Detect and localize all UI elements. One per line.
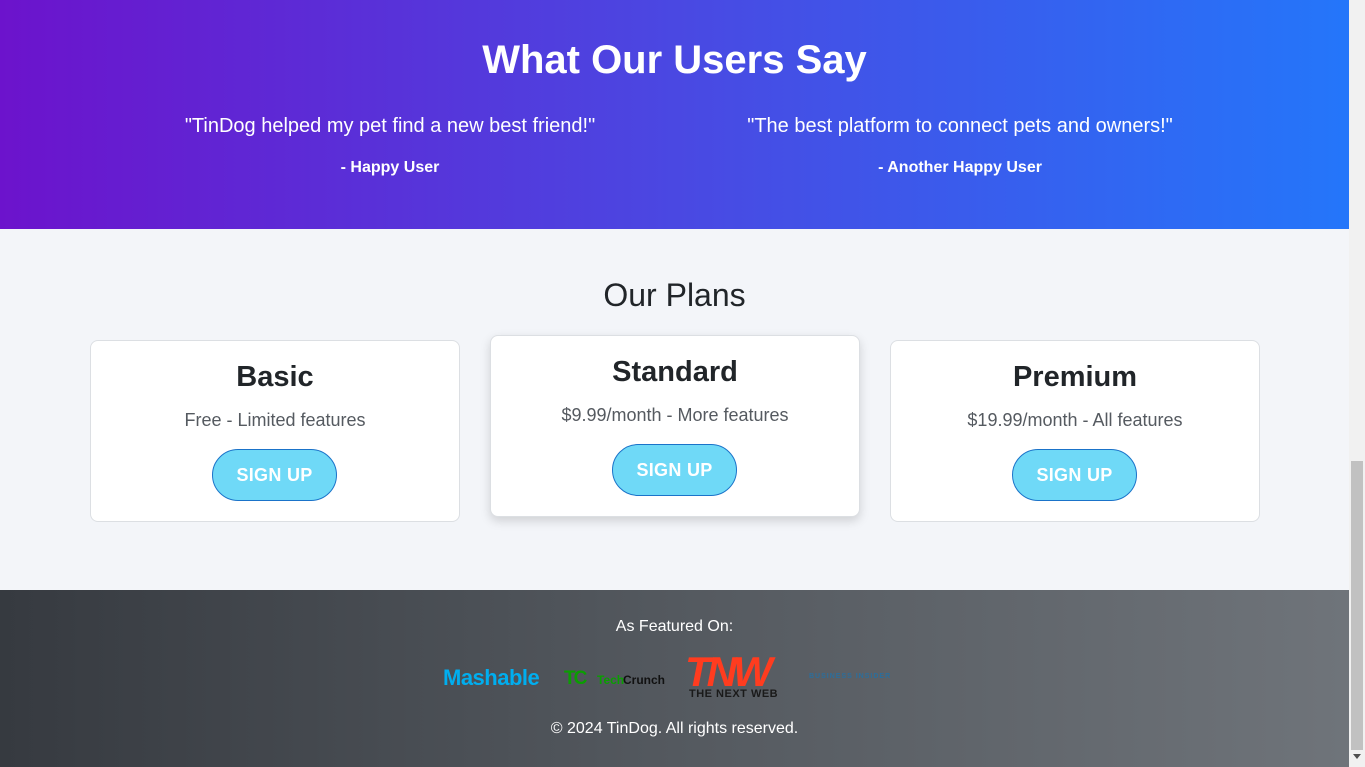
plan-name: Premium bbox=[1012, 361, 1138, 393]
copyright-text: © 2024 TinDog. All rights reserved. bbox=[550, 720, 799, 737]
plan-description: Free - Limited features bbox=[184, 410, 366, 430]
scrollbar-thumb[interactable] bbox=[1351, 461, 1363, 750]
featured-on-label: As Featured On: bbox=[615, 618, 734, 635]
plan-card-premium: Premium $19.99/month - All features SIGN… bbox=[890, 340, 1260, 522]
signup-button-basic[interactable]: SIGN UP bbox=[212, 449, 337, 501]
the-next-web-logo: TNW THE NEXT WEB bbox=[685, 648, 785, 700]
signup-button-standard[interactable]: SIGN UP bbox=[612, 444, 737, 496]
scroll-down-arrow-icon[interactable] bbox=[1353, 754, 1361, 759]
testimonial-quote: "The best platform to connect pets and o… bbox=[747, 115, 1173, 137]
vertical-scrollbar[interactable] bbox=[1349, 0, 1365, 767]
plan-name: Standard bbox=[612, 356, 738, 388]
testimonial-author: - Happy User bbox=[340, 159, 440, 176]
plan-description: $9.99/month - More features bbox=[561, 405, 789, 425]
page: What Our Users Say "TinDog helped my pet… bbox=[0, 0, 1349, 767]
press-logos: Mashable TC Tech Crunch TNW THE NEXT WEB… bbox=[0, 648, 1349, 702]
testimonial-author: - Another Happy User bbox=[878, 159, 1042, 176]
plans-heading: Our Plans bbox=[603, 277, 746, 313]
business-insider-logo: BUSINESS INSIDER bbox=[809, 673, 892, 680]
plan-card-basic: Basic Free - Limited features SIGN UP bbox=[90, 340, 460, 522]
plan-description: $19.99/month - All features bbox=[967, 410, 1183, 430]
techcrunch-mark: TC bbox=[564, 668, 587, 689]
plan-name: Basic bbox=[236, 361, 314, 393]
mashable-logo: Mashable bbox=[443, 665, 540, 690]
footer: As Featured On: Mashable TC Tech Crunch … bbox=[0, 590, 1349, 767]
tnw-subtitle: THE NEXT WEB bbox=[689, 688, 779, 700]
plan-card-standard: Standard $9.99/month - More features SIG… bbox=[490, 335, 860, 517]
plans-section: Our Plans Basic Free - Limited features … bbox=[0, 229, 1349, 590]
testimonials-heading: What Our Users Say bbox=[482, 38, 867, 82]
techcrunch-crunch-text: Crunch bbox=[623, 673, 665, 687]
techcrunch-tech-text: Tech bbox=[597, 673, 625, 687]
testimonial-quote: "TinDog helped my pet find a new best fr… bbox=[184, 115, 596, 137]
signup-button-premium[interactable]: SIGN UP bbox=[1012, 449, 1137, 501]
testimonials-section: What Our Users Say "TinDog helped my pet… bbox=[0, 0, 1349, 229]
